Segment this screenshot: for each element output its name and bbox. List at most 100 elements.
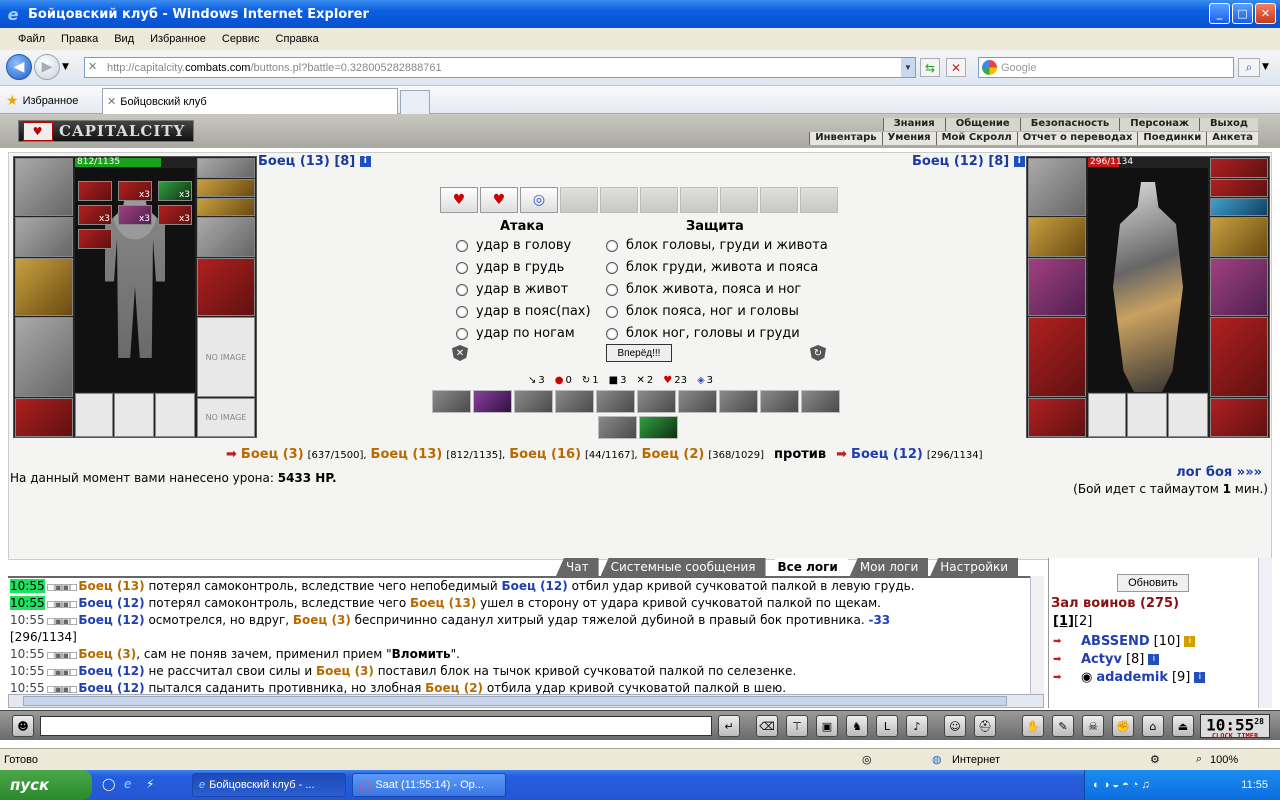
defense-option-3[interactable]: блок живота, пояса и ног (606, 282, 801, 297)
effect-slot[interactable]: x3 (118, 205, 152, 225)
helmet-icon[interactable]: ⛑ (974, 715, 996, 737)
menu-file[interactable]: Файл (18, 33, 45, 45)
radio-button[interactable] (606, 327, 618, 340)
smiley-icon[interactable]: ☺ (944, 715, 966, 737)
info-icon[interactable]: i (1194, 672, 1206, 683)
skill-icon[interactable] (596, 390, 635, 413)
fist-icon[interactable]: ✊ (1112, 715, 1134, 737)
empty-slot[interactable] (75, 393, 113, 437)
menu-favorites[interactable]: Избранное (150, 33, 206, 45)
effect-slot[interactable]: x3 (158, 181, 192, 201)
team-member[interactable]: Боец (16) (509, 447, 581, 462)
attack-option-belly[interactable]: удар в живот (456, 282, 568, 297)
empty-scroll-slot[interactable] (560, 187, 598, 213)
empty-slot[interactable] (1168, 393, 1208, 437)
sound-icon[interactable]: ♪ (906, 715, 928, 737)
scroll-icon[interactable]: ✎ (1052, 715, 1074, 737)
radio-button[interactable] (606, 239, 618, 252)
defense-option-5[interactable]: блок ног, головы и груди (606, 326, 800, 341)
menu-exit[interactable]: Выход (1198, 118, 1258, 131)
empty-slot[interactable]: NO IMAGE (197, 398, 255, 437)
fighter-link[interactable]: Боец (12) (78, 664, 144, 678)
minimize-button[interactable]: _ (1209, 3, 1230, 24)
belt-slot[interactable] (1028, 398, 1086, 437)
tray-icons[interactable]: ◐ ◑ ◒ ◓ ◔ ♫ (1085, 779, 1150, 791)
tab-chat[interactable]: Чат (556, 558, 599, 576)
chat-input[interactable] (40, 716, 712, 736)
radio-button[interactable] (456, 283, 468, 296)
skill-icon[interactable] (637, 390, 676, 413)
radio-button[interactable] (606, 283, 618, 296)
skill-icon[interactable] (760, 390, 799, 413)
menu-tools[interactable]: Сервис (222, 33, 260, 45)
fight-icon[interactable]: ➡ (1053, 636, 1077, 648)
forward-attack-button[interactable]: Вперёд!!! (606, 344, 672, 362)
address-input[interactable]: ✕ http://capitalcity. combats.com/buttons… (84, 57, 916, 78)
helmet-slot[interactable] (15, 158, 73, 216)
close-button[interactable]: ✕ (1255, 3, 1276, 24)
tab-settings[interactable]: Настройки (930, 558, 1019, 576)
fight-icon[interactable]: ➡ (1053, 672, 1077, 684)
greaves-slot[interactable] (1210, 317, 1268, 397)
fighter-link[interactable]: Боец (3) (78, 647, 136, 661)
helmet-slot[interactable] (1028, 158, 1086, 216)
menu-profile[interactable]: Анкета (1206, 132, 1258, 145)
bracers-slot[interactable] (15, 217, 73, 257)
hand-icon[interactable]: ✋ (1022, 715, 1044, 737)
radio-button[interactable] (606, 261, 618, 274)
room-scrollbar[interactable] (1258, 558, 1272, 708)
scroll-thumb[interactable] (23, 696, 1007, 706)
run-icon[interactable]: ♞ (846, 715, 868, 737)
radio-button[interactable] (606, 305, 618, 318)
bracers-slot[interactable] (1028, 217, 1086, 257)
skill-icon[interactable] (801, 390, 840, 413)
empty-slot[interactable] (1088, 393, 1126, 437)
effect-slot[interactable] (78, 181, 112, 201)
quicklaunch-icon[interactable]: ⚡ (146, 777, 154, 791)
enemy-member[interactable]: Боец (12) (851, 447, 923, 462)
gloves-slot[interactable] (197, 217, 255, 257)
team-member[interactable]: Боец (13) (371, 447, 443, 462)
left-fighter-name[interactable]: Боец (13) [8] i (258, 154, 371, 169)
menu-security[interactable]: Безопасность (1019, 118, 1120, 131)
rings-slot[interactable] (1210, 198, 1268, 216)
defense-option-4[interactable]: блок пояса, ног и головы (606, 304, 799, 319)
info-icon[interactable]: i (359, 156, 371, 167)
radio-button[interactable] (456, 239, 468, 252)
tab-current[interactable]: ✕ Бойцовский клуб (102, 88, 398, 114)
page-link[interactable]: [1] (1053, 614, 1074, 629)
skill-icon[interactable] (514, 390, 553, 413)
save-icon[interactable]: ▣ (816, 715, 838, 737)
fighter-link[interactable]: Боец (13) (78, 579, 144, 593)
skull-icon[interactable]: ☠ (1082, 715, 1104, 737)
attack-option-legs[interactable]: удар по ногам (456, 326, 575, 341)
empty-scroll-slot[interactable] (600, 187, 638, 213)
search-options-icon[interactable]: ▼ (1262, 62, 1269, 72)
menu-knowledge[interactable]: Знания (882, 118, 945, 131)
tab-my-logs[interactable]: Мои логи (849, 558, 929, 576)
room-user[interactable]: ➡ ◉ adademik [9] i (1053, 670, 1206, 685)
translit-icon[interactable]: L (876, 715, 898, 737)
refresh-icon[interactable]: ⇆ (920, 58, 940, 77)
menu-character[interactable]: Персонаж (1119, 118, 1199, 131)
menu-communication[interactable]: Общение (944, 118, 1020, 131)
zoom-level[interactable]: 100% (1210, 754, 1238, 766)
skill-icon[interactable] (473, 390, 512, 413)
armor-slot[interactable] (15, 317, 73, 397)
menu-help[interactable]: Справка (276, 33, 319, 45)
fighter-link[interactable]: Боец (13) (410, 596, 476, 610)
skill-icon[interactable] (555, 390, 594, 413)
menu-view[interactable]: Вид (114, 33, 134, 45)
armor-slot[interactable] (1028, 317, 1086, 397)
empty-slot[interactable] (114, 393, 154, 437)
attack-option-head[interactable]: удар в голову (456, 238, 571, 253)
chat-horizontal-scrollbar[interactable] (8, 694, 1044, 708)
filter-icon[interactable]: ⊤ (786, 715, 808, 737)
skill-icon[interactable] (719, 390, 758, 413)
menu-transfer-report[interactable]: Отчет о переводах (1016, 132, 1138, 145)
team-member[interactable]: Боец (3) (241, 447, 304, 462)
team-member[interactable]: Боец (2) (642, 447, 705, 462)
effect-slot[interactable]: x3 (78, 205, 112, 225)
fight-icon[interactable]: ➡ (1053, 654, 1077, 666)
earring-slot[interactable] (1210, 158, 1268, 178)
